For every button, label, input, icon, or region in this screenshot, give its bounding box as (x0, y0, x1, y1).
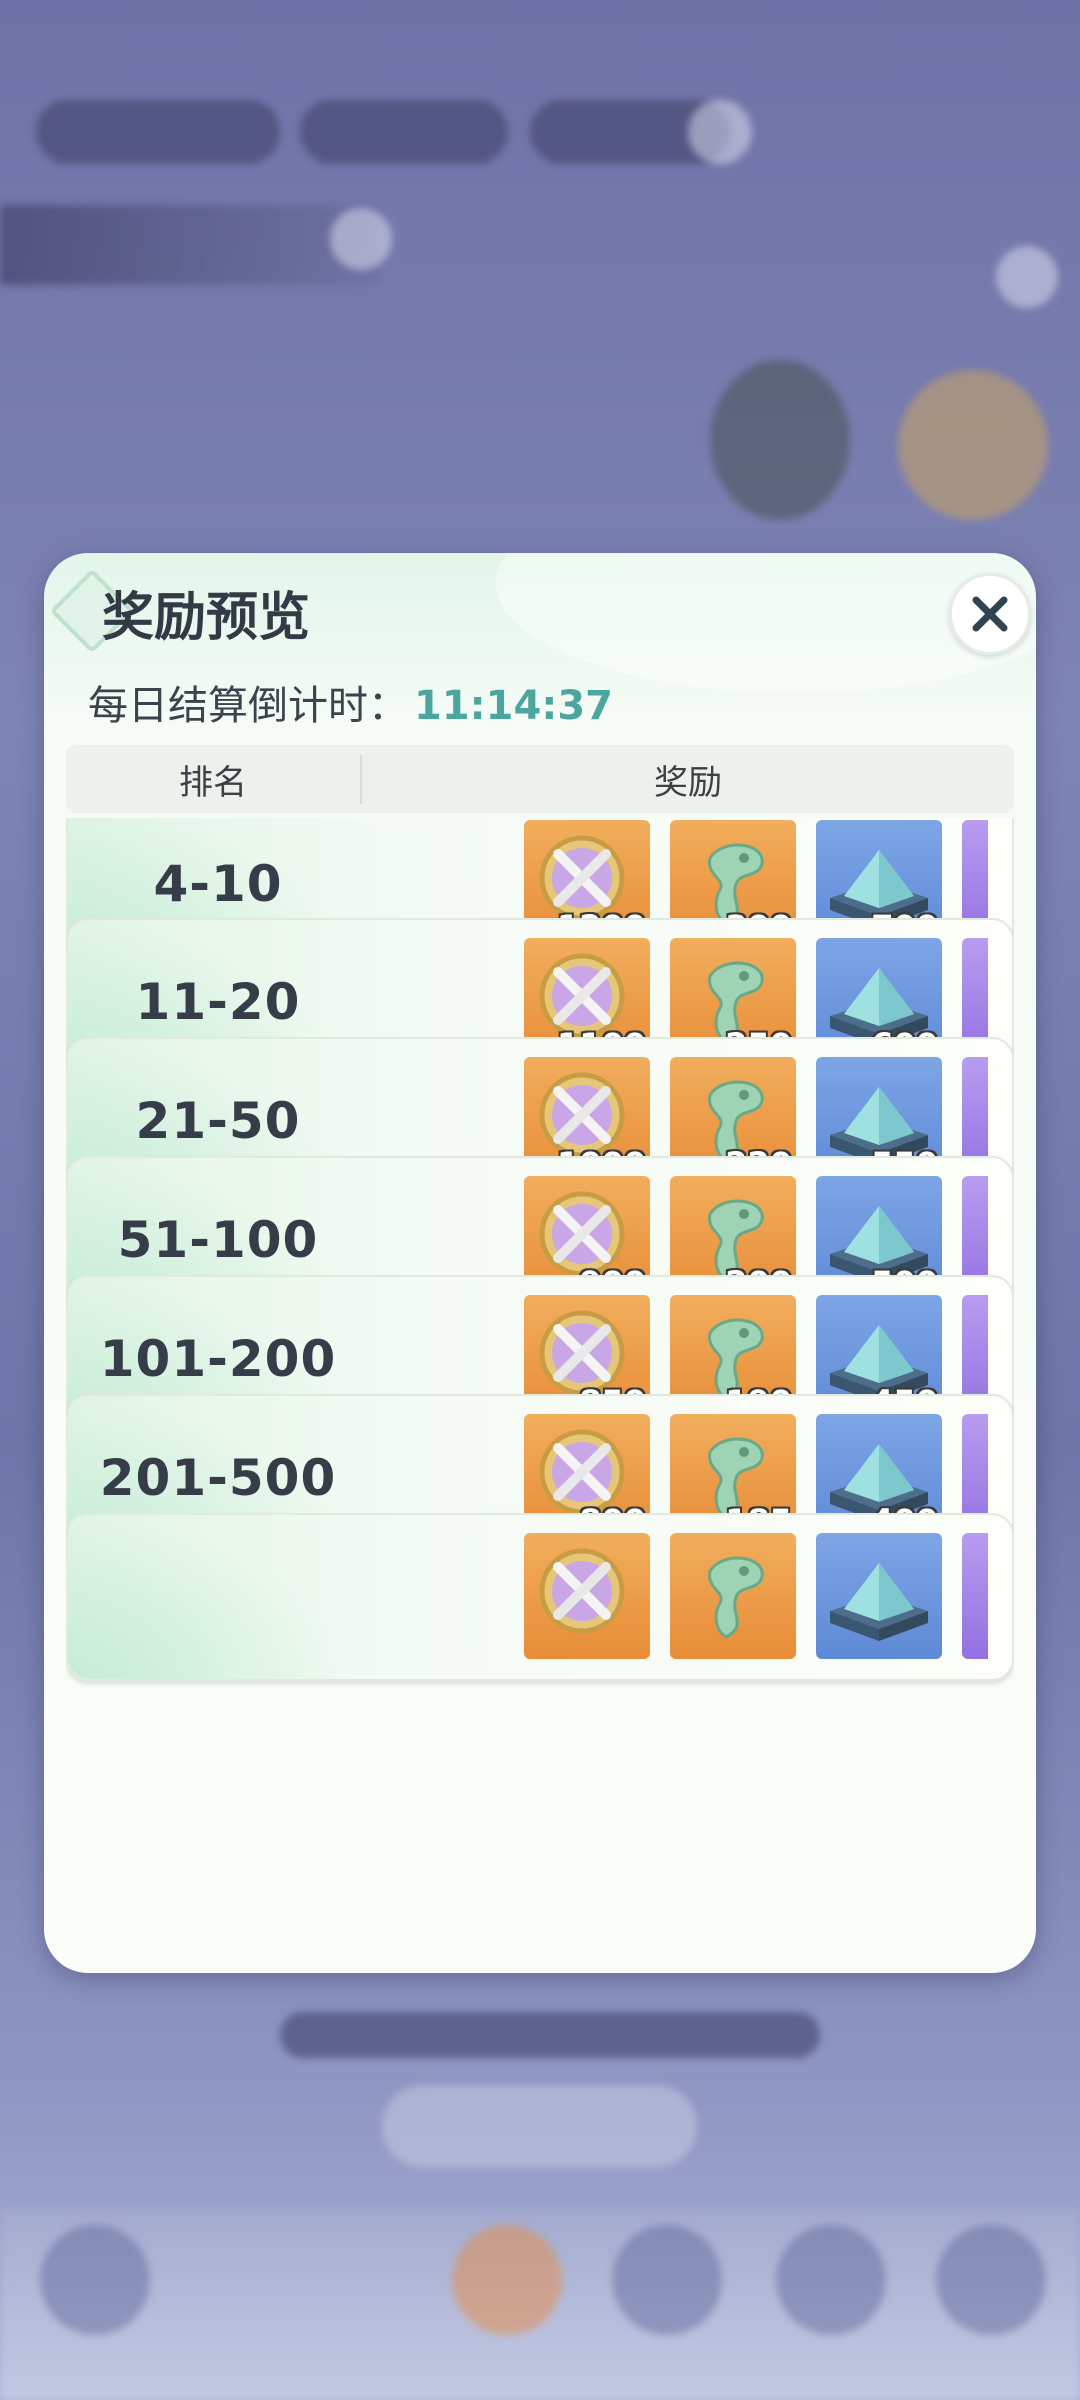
crystal-ore-crate-icon[interactable] (816, 1533, 942, 1659)
table-header: 排名 奖励 (66, 745, 1014, 813)
bg-nav-item (776, 2225, 886, 2335)
reward-items (524, 1533, 988, 1659)
bg-ticker (280, 2012, 820, 2058)
countdown: 每日结算倒计时： 11:14:37 (88, 673, 613, 731)
bg-character (710, 360, 850, 520)
bg-help-icon (330, 208, 392, 270)
bg-nav-item (936, 2225, 1046, 2335)
close-button[interactable] (949, 573, 1031, 655)
bg-title-banner (0, 205, 380, 285)
close-icon (972, 596, 1008, 632)
bg-nav-item (452, 2225, 562, 2335)
rank-range (68, 1515, 368, 1679)
purple-crystal-icon[interactable] (962, 1533, 988, 1659)
bg-refresh-button (382, 2085, 697, 2167)
bg-add-icon (996, 246, 1058, 308)
jade-pendant-icon[interactable] (670, 1533, 796, 1659)
modal-title: 奖励预览 (102, 588, 311, 648)
bg-status-pill (300, 100, 508, 164)
bg-status-pill (36, 100, 280, 164)
header-reward: 奖励 (654, 762, 722, 803)
bg-add-icon (688, 100, 752, 164)
reward-preview-modal: 奖励预览 每日结算倒计时：11:14:37 排名 奖励 4-10 1200 30… (44, 553, 1036, 1973)
header-rank: 排名 (66, 754, 362, 804)
bg-nav-item (40, 2225, 150, 2335)
bg-nav-item (612, 2225, 722, 2335)
reward-row (66, 1513, 1014, 1681)
countdown-label: 每日结算倒计时： (88, 683, 408, 729)
countdown-time: 11:14:37 (414, 683, 613, 729)
reward-list[interactable]: 4-10 1200 300 700 11-20 1100 250 600 21-… (66, 818, 1014, 1923)
crossed-swords-medal-icon[interactable] (524, 1533, 650, 1659)
bg-avatar (898, 370, 1048, 520)
